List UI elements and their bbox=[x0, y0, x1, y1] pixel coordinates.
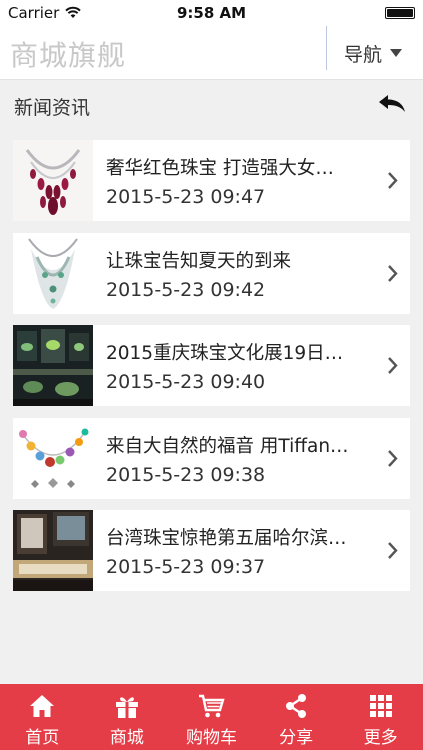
ruby-necklace-thumbnail bbox=[13, 140, 93, 221]
store-title: 商城旗舰 bbox=[10, 39, 127, 72]
section-title: 新闻资讯 bbox=[14, 97, 91, 119]
tab-label: 购物车 bbox=[185, 728, 237, 748]
tab-label: 首页 bbox=[25, 728, 60, 748]
navigation-menu-button[interactable]: 导航 bbox=[344, 38, 403, 68]
news-title: 台湾珠宝惊艳第五届哈尔滨… bbox=[106, 528, 347, 549]
battery-icon bbox=[385, 7, 415, 19]
news-date: 2015-5-23 09:40 bbox=[106, 371, 266, 393]
navigation-menu-label: 导航 bbox=[344, 43, 383, 66]
cart-icon bbox=[199, 694, 226, 718]
tab-more[interactable]: 更多 bbox=[338, 684, 423, 750]
news-title: 2015重庆珠宝文化展19日… bbox=[106, 343, 344, 364]
header-divider bbox=[326, 26, 327, 70]
news-title: 让珠宝告知夏天的到来 bbox=[106, 250, 292, 272]
jewelry-exhibition-thumbnail bbox=[13, 325, 93, 406]
share-icon bbox=[286, 694, 307, 718]
news-date: 2015-5-23 09:37 bbox=[106, 556, 266, 578]
bottom-tab-bar: 首页 商城 购物车 分享 更多 bbox=[0, 684, 423, 750]
tab-home[interactable]: 首页 bbox=[0, 684, 85, 750]
news-list: 奢华红色珠宝 打造强大女… 2015-5-23 09:47 让珠宝告知夏天的到来… bbox=[13, 140, 410, 603]
chevron-right-icon bbox=[388, 264, 398, 282]
chevron-right-icon bbox=[388, 542, 398, 559]
gemstone-necklace-thumbnail bbox=[13, 417, 93, 499]
tab-cart[interactable]: 购物车 bbox=[169, 684, 254, 750]
chevron-right-icon bbox=[388, 449, 398, 467]
news-title: 来自大自然的福音 用Tiffan… bbox=[106, 435, 349, 457]
tab-mall[interactable]: 商城 bbox=[85, 684, 170, 750]
clock: 9:58 AM bbox=[176, 4, 247, 22]
tab-label: 商城 bbox=[109, 728, 144, 748]
home-icon bbox=[30, 695, 55, 717]
chevron-right-icon bbox=[388, 357, 398, 374]
news-item[interactable]: 奢华红色珠宝 打造强大女… 2015-5-23 09:47 bbox=[13, 140, 410, 221]
tab-label: 更多 bbox=[363, 728, 398, 748]
diamond-necklace-thumbnail bbox=[13, 232, 93, 314]
news-date: 2015-5-23 09:38 bbox=[106, 463, 266, 486]
app-header: 商城旗舰 导航 bbox=[0, 26, 423, 80]
tab-label: 分享 bbox=[279, 728, 314, 748]
grid-icon bbox=[369, 695, 392, 717]
chevron-right-icon bbox=[388, 172, 398, 189]
caret-down-icon bbox=[390, 49, 403, 57]
news-item[interactable]: 让珠宝告知夏天的到来 2015-5-23 09:42 bbox=[13, 232, 410, 314]
back-arrow-icon[interactable] bbox=[376, 93, 408, 119]
news-item[interactable]: 来自大自然的福音 用Tiffan… 2015-5-23 09:38 bbox=[13, 417, 410, 499]
gift-icon bbox=[115, 697, 138, 718]
jewelry-showcase-thumbnail bbox=[13, 510, 93, 591]
news-title: 奢华红色珠宝 打造强大女… bbox=[106, 158, 334, 179]
news-item[interactable]: 2015重庆珠宝文化展19日… 2015-5-23 09:40 bbox=[13, 325, 410, 406]
tab-share[interactable]: 分享 bbox=[254, 684, 339, 750]
news-date: 2015-5-23 09:47 bbox=[106, 186, 266, 208]
news-item[interactable]: 台湾珠宝惊艳第五届哈尔滨… 2015-5-23 09:37 bbox=[13, 510, 410, 591]
section-header: 新闻资讯 bbox=[0, 81, 423, 131]
news-date: 2015-5-23 09:42 bbox=[106, 278, 266, 301]
status-bar: Carrier 9:58 AM bbox=[0, 0, 423, 26]
